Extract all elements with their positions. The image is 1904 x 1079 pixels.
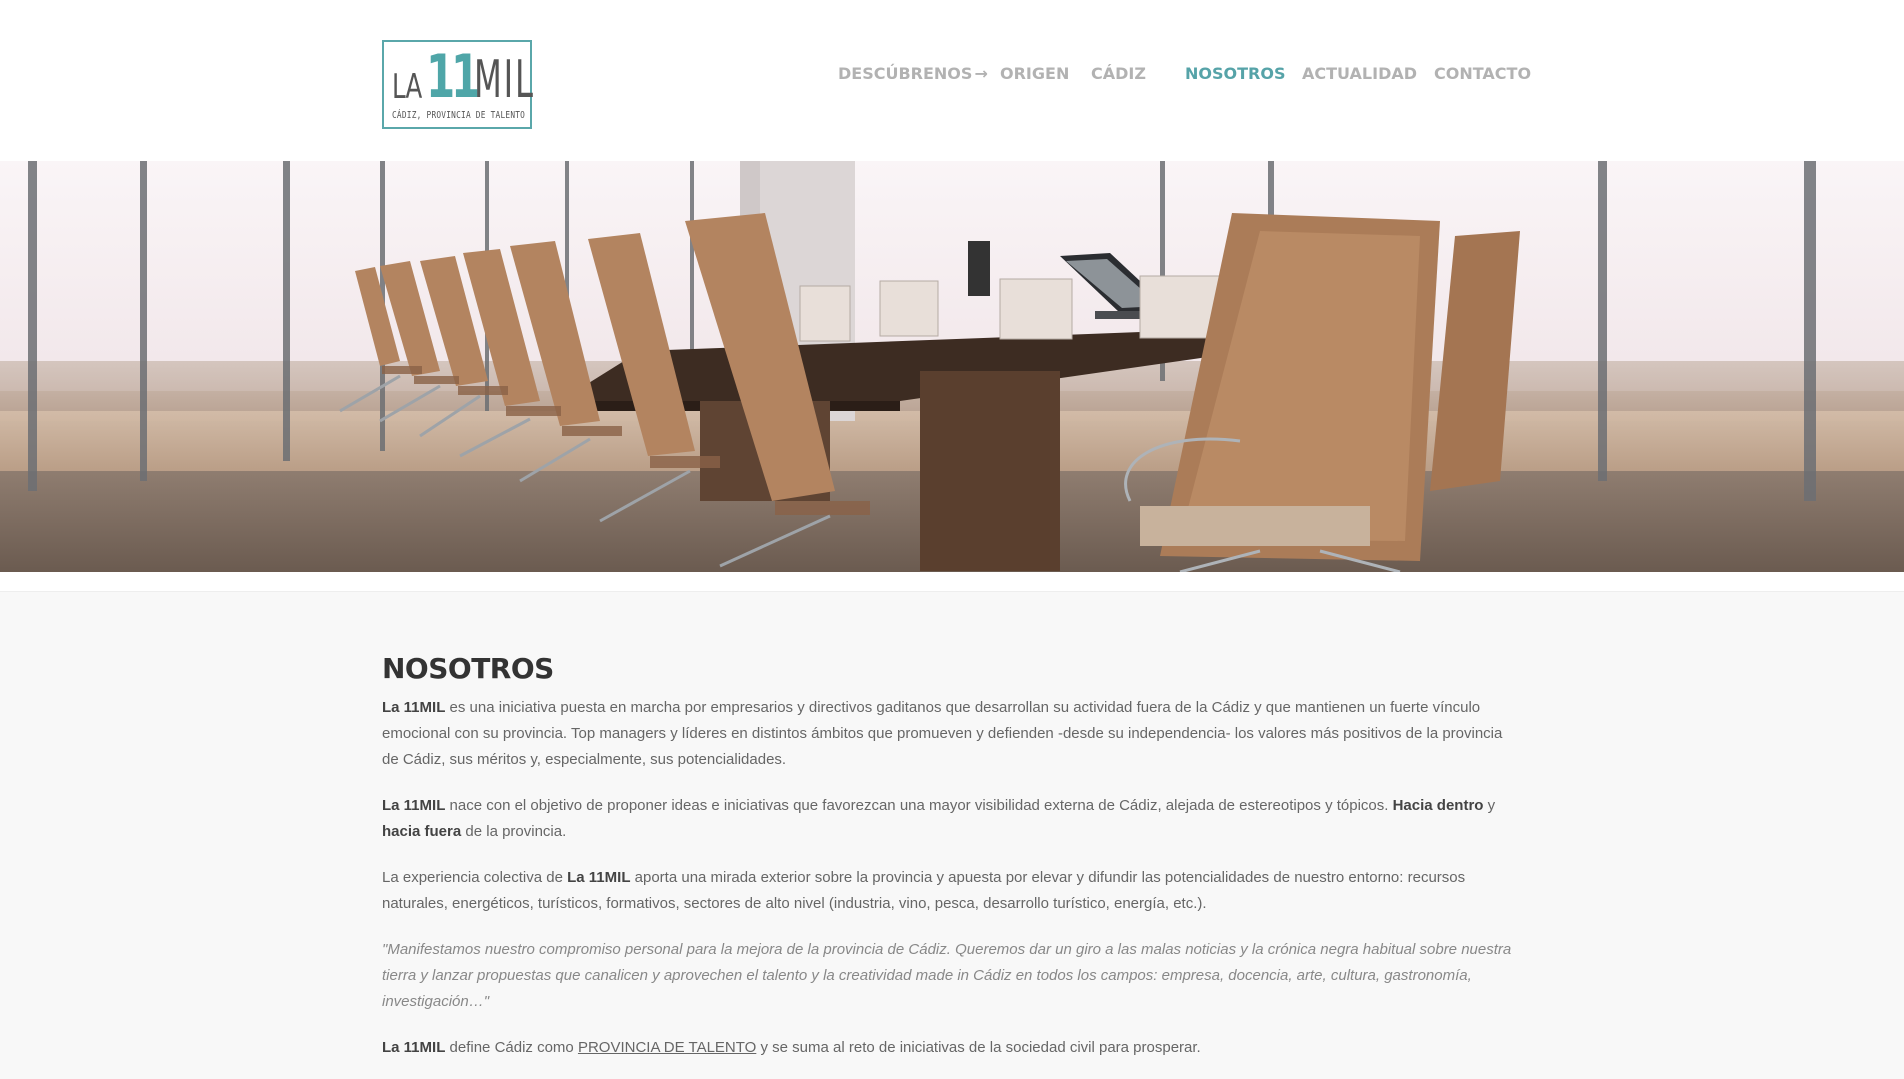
paragraph-objective: La 11MIL nace con el objetivo de propone… [382, 793, 1522, 845]
site-header: LA 11 MIL CÁDIZ, PROVINCIA DE TALENTO DE… [0, 0, 1904, 161]
content-inner: NOSOTROS La 11MIL es una iniciativa pues… [382, 652, 1522, 1079]
paragraph-objective-text-3: de la provincia. [461, 823, 567, 840]
arrow-right-icon: → [974, 64, 988, 83]
paragraph-talent-text-1: define Cádiz como [445, 1039, 578, 1056]
paragraph-experience: La experiencia colectiva de La 11MIL apo… [382, 865, 1522, 917]
hero-boardroom-image [0, 161, 1904, 572]
nav-cadiz[interactable]: CÁDIZ [1091, 64, 1146, 83]
brand-name: La 11MIL [382, 797, 446, 814]
nav-origen[interactable]: ORIGEN [1000, 64, 1069, 83]
paragraph-talent: La 11MIL define Cádiz como PROVINCIA DE … [382, 1035, 1522, 1061]
emphasis-hacia-dentro: Hacia dentro [1392, 797, 1484, 814]
nav-contacto[interactable]: CONTACTO [1434, 64, 1531, 83]
paragraph-experience-text-1: La experiencia colectiva de [382, 869, 568, 886]
nav-actualidad[interactable]: ACTUALIDAD [1302, 64, 1417, 83]
page-title: NOSOTROS [382, 652, 554, 685]
paragraph-objective-text-1: nace con el objetivo de proponer ideas e… [445, 797, 1393, 814]
paragraph-objective-text-2: y [1483, 797, 1496, 814]
emphasis-hacia-fuera: hacia fuera [382, 823, 462, 840]
provincia-de-talento-link[interactable]: PROVINCIA DE TALENTO [578, 1039, 756, 1056]
brand-name: La 11MIL [382, 699, 446, 716]
section-divider [0, 572, 1904, 592]
main-nav: DESCÚBRENOS → ORIGEN CÁDIZ NOSOTROS ACTUA… [0, 64, 1904, 86]
nav-descubrenos[interactable]: DESCÚBRENOS → [838, 64, 988, 83]
logo-tagline: CÁDIZ, PROVINCIA DE TALENTO [392, 110, 526, 121]
brand-name: La 11MIL [382, 1039, 446, 1056]
paragraph-intro-text: es una iniciativa puesta en marcha por e… [382, 699, 1503, 768]
main-content: NOSOTROS La 11MIL es una iniciativa pues… [0, 592, 1904, 1079]
manifesto-quote: "Manifestamos nuestro compromiso persona… [382, 941, 1512, 1010]
hero-scene-illustration [28, 161, 1816, 572]
paragraph-intro: La 11MIL es una iniciativa puesta en mar… [382, 695, 1522, 773]
paragraph-talent-text-2: y se suma al reto de iniciativas de la s… [756, 1039, 1201, 1056]
nav-nosotros[interactable]: NOSOTROS [1185, 64, 1285, 83]
brand-name: La 11MIL [567, 869, 631, 886]
nav-descubrenos-label: DESCÚBRENOS [838, 64, 973, 83]
